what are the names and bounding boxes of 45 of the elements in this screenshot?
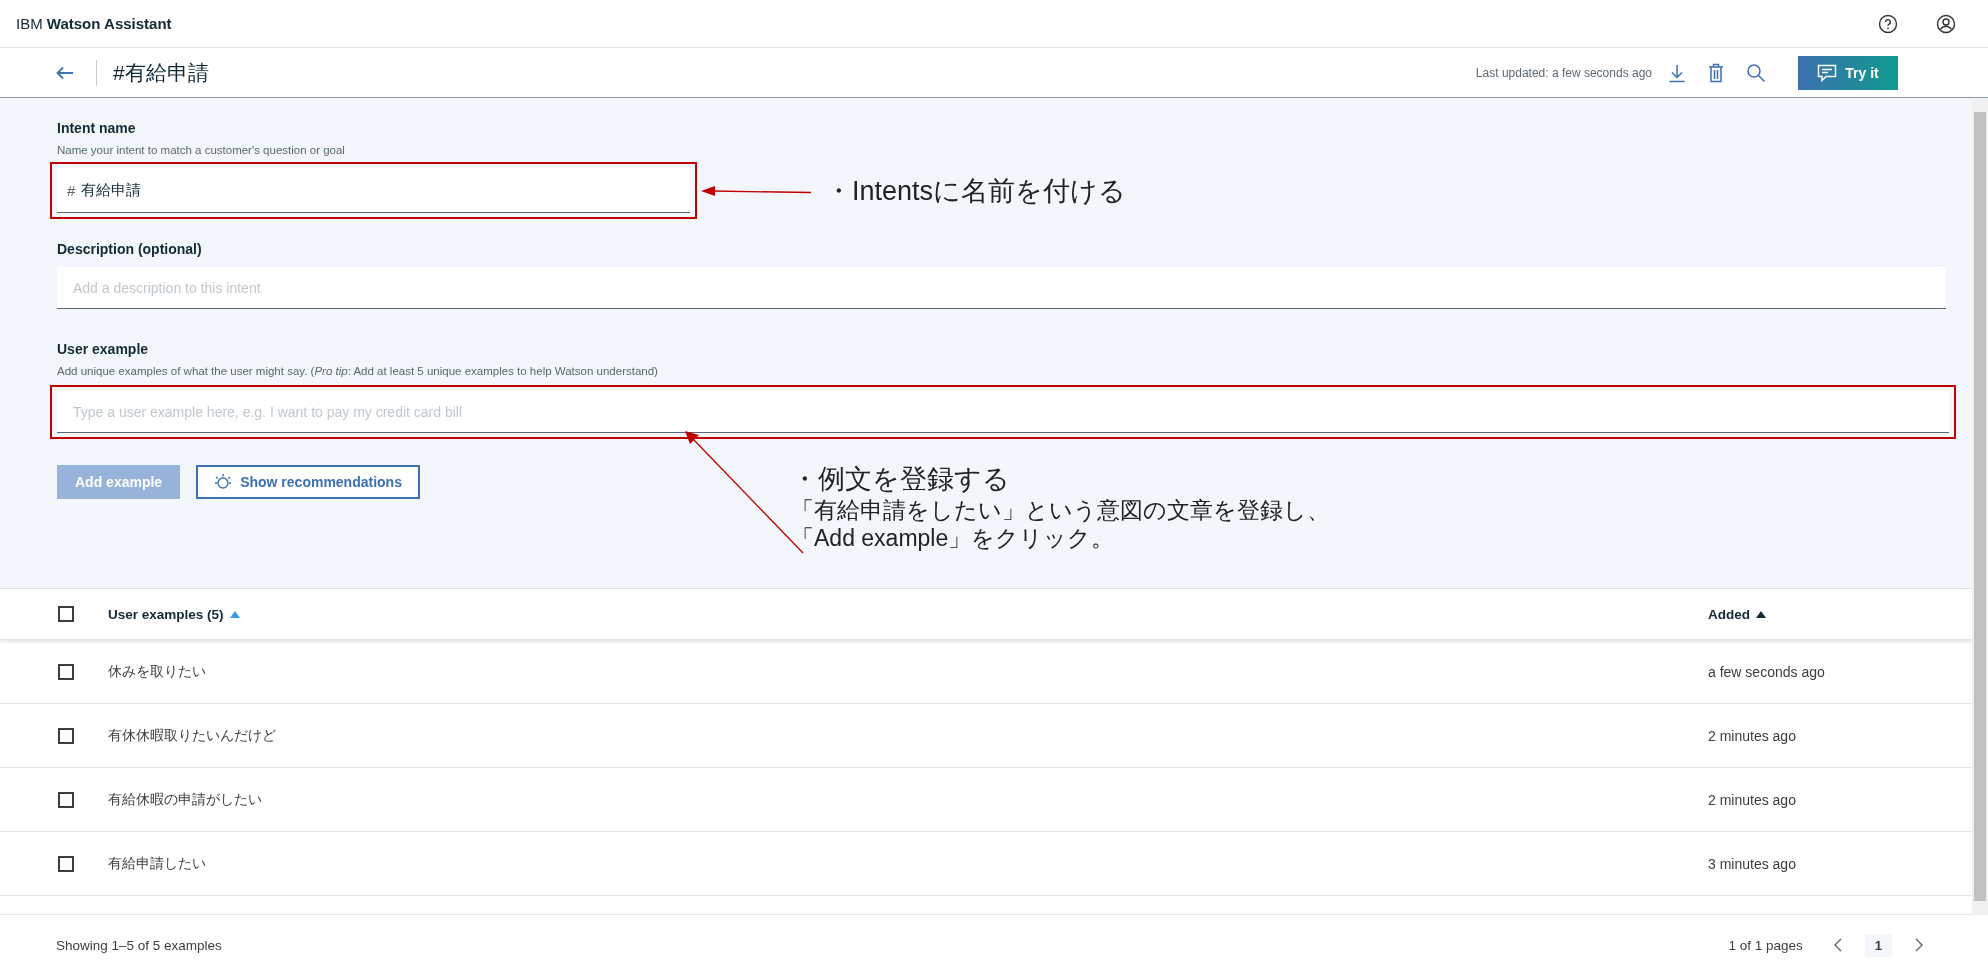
- search-icon[interactable]: [1746, 62, 1766, 83]
- showing-count: Showing 1–5 of 5 examples: [56, 937, 222, 953]
- back-arrow-icon[interactable]: [56, 65, 74, 80]
- added-time: 2 minutes ago: [1708, 791, 1797, 808]
- helper-text: Name your intent to match a customer's question or goal: [57, 144, 346, 156]
- page-button[interactable]: 1: [1864, 933, 1892, 957]
- added-time: a few seconds ago: [1708, 663, 1826, 680]
- annotation-text: ・Intentsに名前を付ける: [825, 174, 1127, 208]
- brand-name: IBM Watson Assistant: [16, 15, 172, 32]
- field-label: User example: [57, 341, 150, 357]
- try-it-button[interactable]: Try it: [1798, 55, 1898, 90]
- previous-page-icon[interactable]: [1832, 938, 1843, 952]
- bulb-icon: [214, 473, 233, 491]
- scrollbar[interactable]: [1972, 98, 1988, 915]
- download-icon[interactable]: [1668, 62, 1686, 83]
- row-checkbox[interactable]: [58, 727, 74, 744]
- helper-text: Add unique examples of what the user might say. (Pro tip: Add at least 5 unique examples to help Watson understand): [57, 365, 659, 377]
- added-time: 2 minutes ago: [1708, 727, 1797, 744]
- row-checkbox[interactable]: [58, 791, 74, 808]
- show-recommendations-button[interactable]: Show recommendations: [196, 465, 420, 499]
- field-label: Intent name: [57, 120, 137, 136]
- example-text: 休みを取りたい: [108, 662, 207, 681]
- user-icon[interactable]: [1936, 13, 1956, 34]
- trash-icon[interactable]: [1708, 62, 1724, 83]
- column-header[interactable]: User examples (5): [108, 606, 1708, 622]
- help-icon[interactable]: [1878, 13, 1898, 34]
- example-text: 有給休暇の申請がしたい: [108, 790, 263, 809]
- chat-icon: [1817, 63, 1838, 82]
- row-checkbox[interactable]: [58, 663, 74, 680]
- annotation-text: ・例文を登録する: [791, 463, 1011, 496]
- annotation-text: 「有給申請をしたい」という意図の文章を登録し、: [791, 497, 1330, 525]
- added-time: 3 minutes ago: [1708, 855, 1797, 872]
- row-checkbox[interactable]: [58, 855, 74, 872]
- last-updated-text: Last updated: a few seconds ago: [1475, 65, 1652, 80]
- page-count: 1 of 1 pages: [1728, 937, 1803, 953]
- description-field[interactable]: Add a description to this intent: [57, 267, 1946, 309]
- next-page-icon[interactable]: [1914, 938, 1924, 952]
- intent-title: #有給申請: [113, 59, 209, 86]
- field-label: Description (optional): [57, 241, 203, 257]
- example-text: 有休休暇取りたいんだけど: [108, 726, 277, 745]
- intent-name-field[interactable]: # 有給申請: [57, 168, 690, 213]
- example-text: 有給申請したい: [108, 854, 207, 873]
- annotation-text: 「Add example」をクリック。: [791, 524, 1116, 553]
- column-header[interactable]: Added: [1708, 606, 1972, 622]
- select-all-checkbox[interactable]: [58, 606, 74, 622]
